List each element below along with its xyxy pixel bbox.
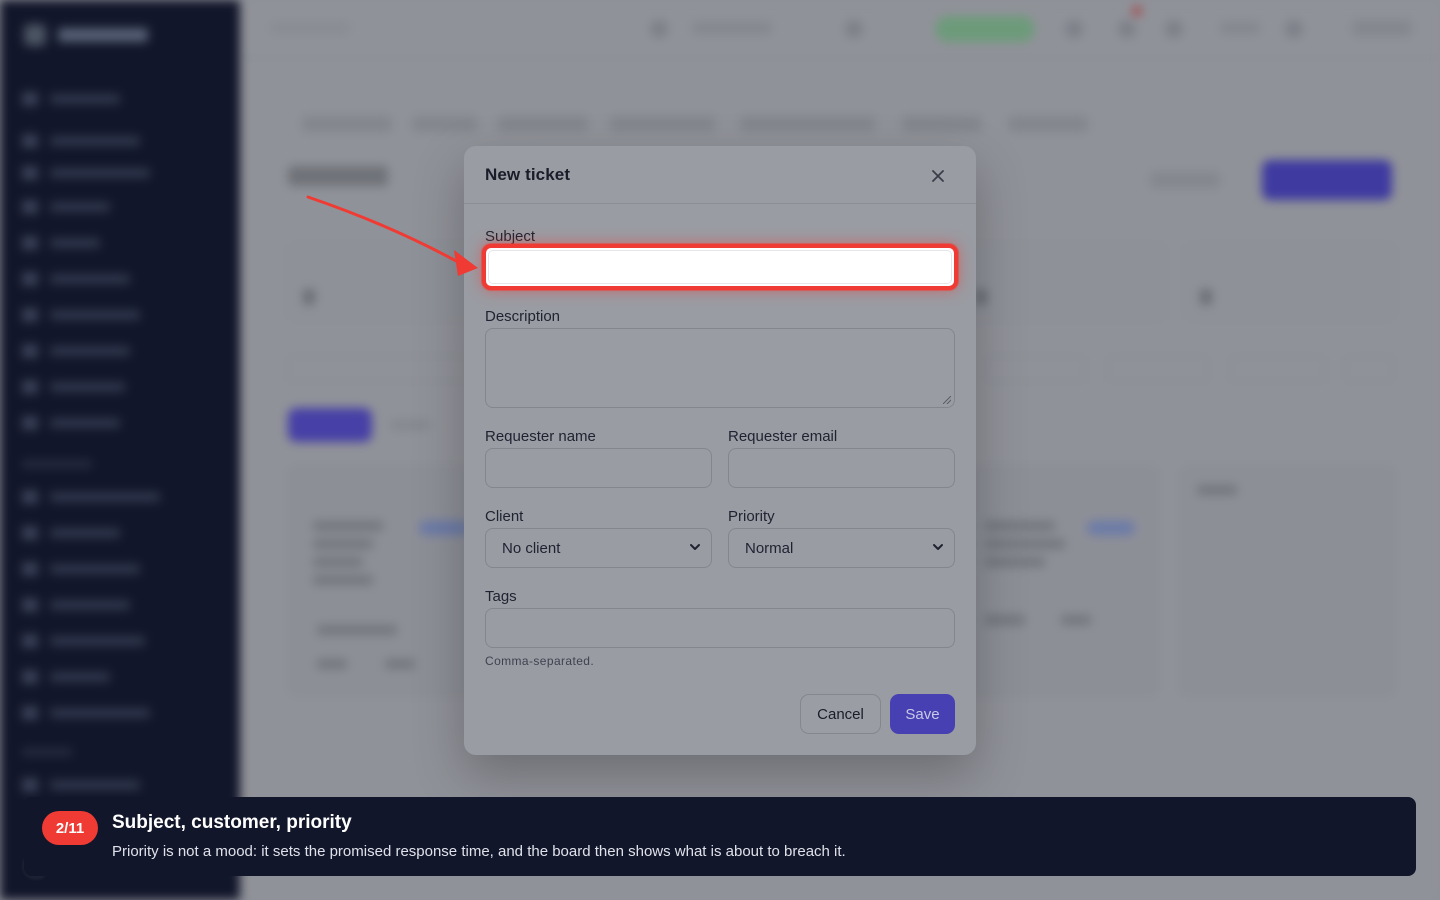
sidebar-item[interactable] <box>22 166 150 180</box>
new-ticket-dialog: New ticket Subject Description Requester… <box>464 146 976 755</box>
search-icon[interactable] <box>650 20 668 38</box>
sidebar-item[interactable] <box>22 634 145 648</box>
app-logo <box>24 22 154 48</box>
sidebar-item[interactable] <box>22 236 100 250</box>
requester-name-input[interactable] <box>485 448 712 488</box>
sidebar-item[interactable] <box>22 92 120 106</box>
tour-banner: 2/11 Subject, customer, priority Priorit… <box>24 797 1416 876</box>
stat-card <box>1185 244 1395 320</box>
tags-input[interactable] <box>485 608 955 648</box>
board-column <box>1180 466 1395 696</box>
chevron-down-icon <box>690 544 700 550</box>
filter-dropdown[interactable] <box>1230 356 1325 382</box>
tab[interactable] <box>1008 116 1088 132</box>
tags-label: Tags <box>485 588 517 605</box>
sidebar-item[interactable] <box>22 272 130 286</box>
board-view-button[interactable] <box>288 408 372 442</box>
tour-body: Priority is not a mood: it sets the prom… <box>112 843 846 860</box>
sidebar-item[interactable] <box>22 598 130 612</box>
filter-dropdown[interactable] <box>1345 356 1393 382</box>
user-menu[interactable] <box>1352 20 1412 36</box>
search-input[interactable] <box>270 22 350 34</box>
client-select[interactable]: No client <box>485 528 712 568</box>
sidebar-item[interactable] <box>22 526 120 540</box>
tour-step-counter: 2/11 <box>42 811 98 845</box>
sidebar-item[interactable] <box>22 308 140 322</box>
requester-name-label: Requester name <box>485 428 596 445</box>
cancel-button[interactable]: Cancel <box>800 694 881 734</box>
secondary-button[interactable] <box>1150 172 1220 188</box>
tab[interactable] <box>302 116 392 132</box>
resize-handle[interactable] <box>943 396 951 404</box>
sidebar-item[interactable] <box>22 670 110 684</box>
client-select-value: No client <box>502 539 561 557</box>
priority-label: Priority <box>728 508 775 525</box>
close-icon <box>932 170 944 182</box>
client-label: Client <box>485 508 524 525</box>
dialog-header: New ticket <box>464 146 976 204</box>
tab[interactable] <box>610 116 715 132</box>
top-bar <box>240 0 1440 58</box>
chevron-down-icon <box>933 544 943 550</box>
help-icon[interactable] <box>845 20 863 38</box>
subject-label: Subject <box>485 228 536 245</box>
sidebar-section-heading <box>22 460 92 468</box>
language-switch[interactable] <box>1220 22 1260 34</box>
bell-icon[interactable] <box>1065 20 1083 38</box>
sidebar-item[interactable] <box>22 200 110 214</box>
workspace-switcher[interactable] <box>692 22 772 34</box>
tab[interactable] <box>902 116 982 132</box>
sidebar-section-heading <box>22 748 72 756</box>
sidebar <box>0 0 240 900</box>
description-textarea[interactable] <box>485 328 955 408</box>
priority-select[interactable]: Normal <box>728 528 955 568</box>
sidebar-item[interactable] <box>22 490 160 504</box>
tags-hint: Comma-separated. <box>485 654 595 668</box>
sidebar-item[interactable] <box>22 344 130 358</box>
status-badge <box>935 16 1035 42</box>
requester-email-label: Requester email <box>728 428 838 445</box>
notification-badge <box>1132 6 1142 16</box>
tab[interactable] <box>412 116 477 132</box>
sidebar-item[interactable] <box>22 706 150 720</box>
stat-card <box>960 244 1165 320</box>
sidebar-item[interactable] <box>22 562 140 576</box>
tab[interactable] <box>498 116 588 132</box>
subject-input[interactable] <box>482 244 958 290</box>
sidebar-item[interactable] <box>22 778 140 792</box>
filter-dropdown[interactable] <box>1108 356 1208 382</box>
sidebar-item[interactable] <box>22 380 125 394</box>
new-ticket-button[interactable] <box>1262 160 1392 200</box>
tour-title: Subject, customer, priority <box>112 812 352 833</box>
dialog-title: New ticket <box>485 165 571 184</box>
close-button[interactable] <box>926 164 950 188</box>
list-view-button[interactable] <box>390 420 430 430</box>
filter-search-input[interactable] <box>288 356 468 382</box>
save-button[interactable]: Save <box>890 694 955 734</box>
page-title <box>288 166 388 186</box>
description-label: Description <box>485 308 561 325</box>
inbox-icon[interactable] <box>1118 20 1136 38</box>
sidebar-item[interactable] <box>22 416 120 430</box>
priority-select-value: Normal <box>745 539 794 557</box>
filter-dropdown[interactable] <box>985 356 1085 382</box>
board-column <box>968 466 1158 696</box>
sidebar-item[interactable] <box>22 134 140 148</box>
requester-email-input[interactable] <box>728 448 955 488</box>
tab[interactable] <box>740 116 875 132</box>
theme-icon[interactable] <box>1285 20 1303 38</box>
board-column <box>288 466 478 696</box>
settings-icon[interactable] <box>1165 20 1183 38</box>
